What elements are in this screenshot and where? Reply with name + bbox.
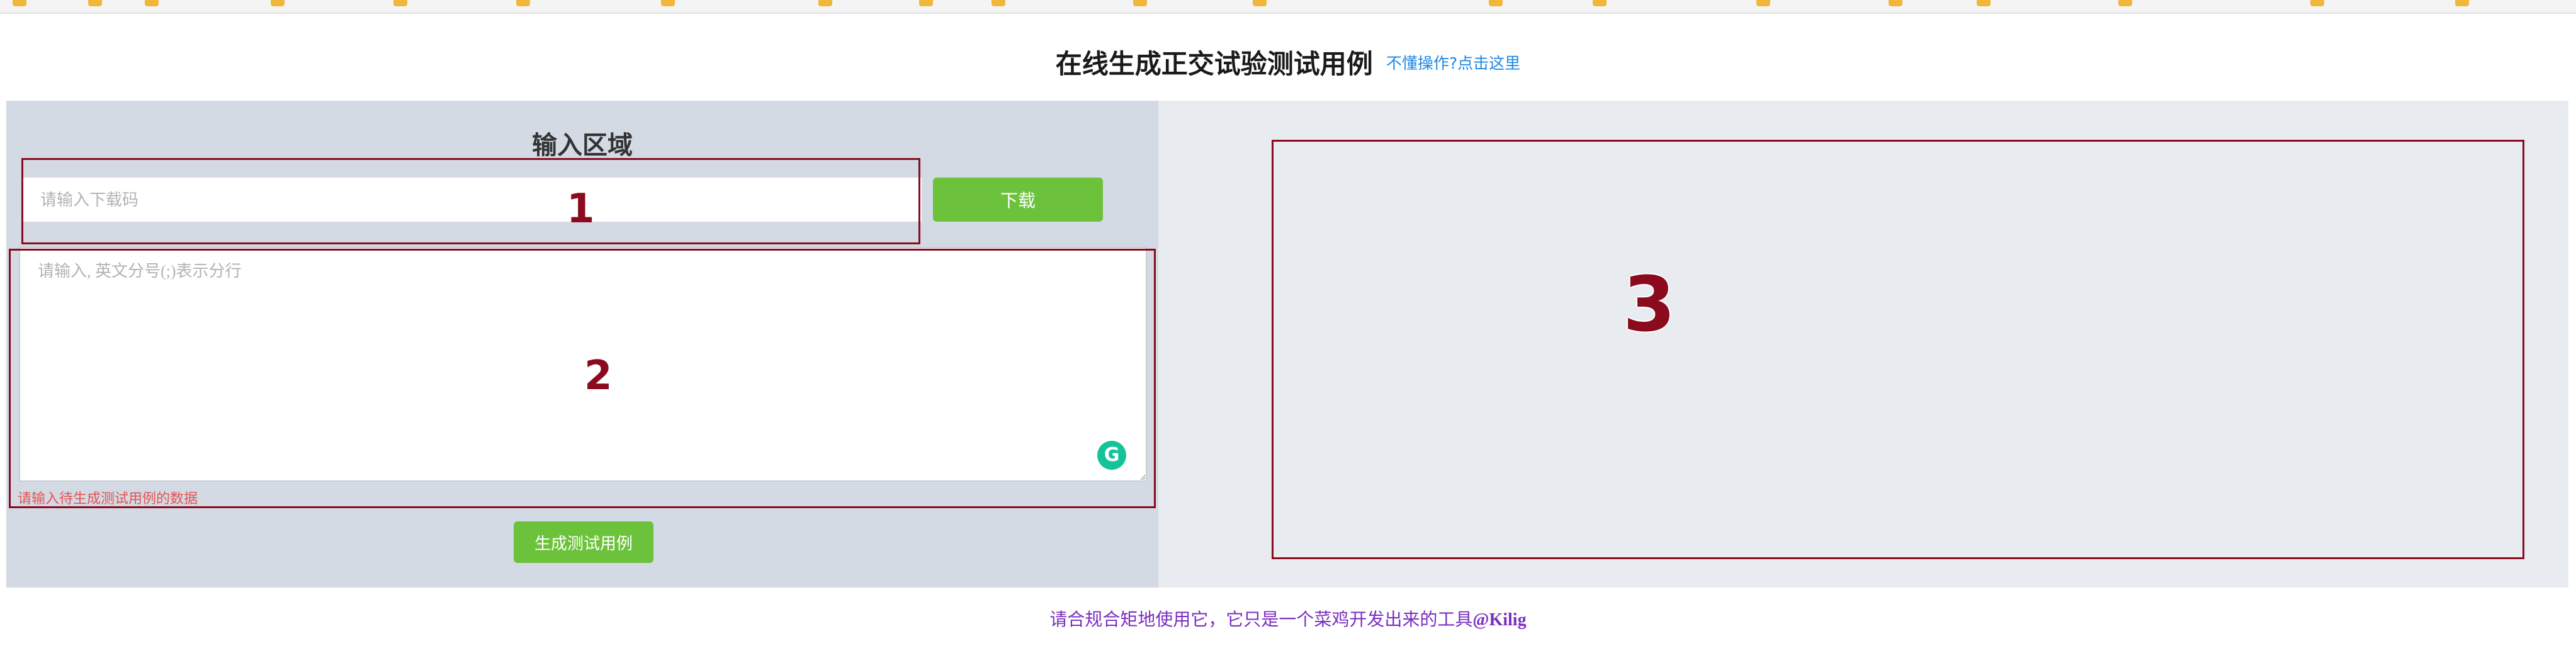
bookmark-folder-icon[interactable]: [1133, 0, 1147, 6]
annotation-label-2: 2: [584, 353, 613, 399]
annotation-label-3: 3: [1623, 261, 1676, 349]
bookmark-folder-icon[interactable]: [13, 0, 26, 6]
bookmark-folder-icon[interactable]: [1756, 0, 1770, 6]
bookmark-folder-icon[interactable]: [1593, 0, 1607, 6]
bookmark-folder-icon[interactable]: [991, 0, 1005, 6]
bookmark-folder-icon[interactable]: [145, 0, 159, 6]
bookmark-folder-icon[interactable]: [2310, 0, 2324, 6]
annotation-box-1: [21, 158, 920, 244]
bookmark-folder-icon[interactable]: [2455, 0, 2469, 6]
bookmark-folder-icon[interactable]: [1889, 0, 1902, 6]
help-link[interactable]: 不懂操作?点击这里: [1386, 54, 1520, 72]
download-button[interactable]: 下载: [933, 178, 1103, 222]
generate-test-cases-button[interactable]: 生成测试用例: [514, 521, 653, 563]
bookmark-folder-icon[interactable]: [1489, 0, 1503, 6]
annotation-label-1: 1: [567, 186, 595, 232]
footer-note: 请合规合矩地使用它，它只是一个菜鸡开发出来的工具@Kilig: [0, 606, 2576, 631]
bookmark-folder-icon[interactable]: [2118, 0, 2132, 6]
bookmark-folder-icon[interactable]: [1977, 0, 1991, 6]
footer-text: 请合规合矩地使用它，它只是一个菜鸡开发出来的工具: [1049, 610, 1473, 630]
bookmark-folder-icon[interactable]: [1253, 0, 1267, 6]
bookmark-folder-icon[interactable]: [818, 0, 832, 6]
page-title: 在线生成正交试验测试用例: [1055, 48, 1373, 79]
input-area-title: 输入区域: [532, 131, 633, 160]
annotation-box-2: [9, 249, 1156, 508]
bookmark-folder-icon[interactable]: [661, 0, 675, 6]
title-row: 在线生成正交试验测试用例 不懂操作?点击这里: [0, 43, 2576, 87]
bookmark-folder-icon[interactable]: [271, 0, 285, 6]
bookmark-folder-icon[interactable]: [393, 0, 407, 6]
annotation-box-3: [1272, 140, 2524, 559]
bookmark-folder-icon[interactable]: [516, 0, 530, 6]
footer-author: @Kilig: [1472, 610, 1527, 630]
bookmarks-bar: [0, 0, 2576, 14]
bookmark-folder-icon[interactable]: [88, 0, 102, 6]
bookmark-folder-icon[interactable]: [919, 0, 933, 6]
